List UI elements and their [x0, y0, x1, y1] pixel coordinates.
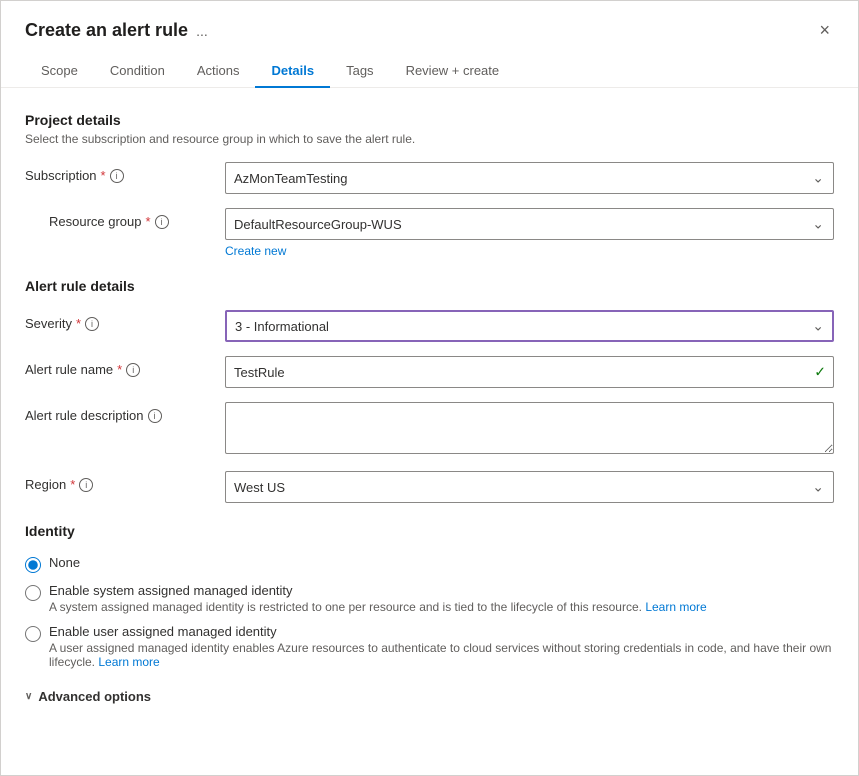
identity-system-label[interactable]: Enable system assigned managed identity [49, 583, 293, 598]
tab-condition[interactable]: Condition [94, 55, 181, 88]
identity-title: Identity [25, 523, 834, 539]
dialog-header: Create an alert rule ... × [1, 1, 858, 43]
dialog-title-extra: ... [196, 23, 208, 39]
identity-none-item: None [25, 555, 834, 573]
resource-group-required: * [146, 214, 151, 229]
dialog-title: Create an alert rule [25, 20, 188, 41]
region-control: West US East US East US 2 West Europe [225, 471, 834, 503]
alert-rule-desc-textarea[interactable] [225, 402, 834, 454]
alert-rule-desc-info-icon[interactable]: i [148, 409, 162, 423]
tab-details[interactable]: Details [255, 55, 330, 88]
identity-none-label[interactable]: None [49, 555, 80, 570]
severity-required: * [76, 316, 81, 331]
alert-rule-desc-control [225, 402, 834, 457]
resource-group-label: Resource group * i [49, 208, 225, 229]
alert-rule-desc-label: Alert rule description i [25, 402, 225, 423]
region-label: Region * i [25, 471, 225, 492]
subscription-label: Subscription * i [25, 162, 225, 183]
region-group: Region * i West US East US East US 2 Wes… [25, 471, 834, 503]
subscription-select[interactable]: AzMonTeamTesting [225, 162, 834, 194]
severity-label: Severity * i [25, 310, 225, 331]
alert-rule-name-group: Alert rule name * i ✓ [25, 356, 834, 388]
identity-user-learn-more[interactable]: Learn more [98, 655, 159, 669]
advanced-options-toggle[interactable]: ∨ Advanced options [25, 689, 834, 704]
subscription-group: Subscription * i AzMonTeamTesting [25, 162, 834, 194]
severity-select-wrapper: 0 - Critical 1 - Error 2 - Warning 3 - I… [225, 310, 834, 342]
identity-system-radio[interactable] [25, 585, 41, 601]
identity-radio-group: None Enable system assigned managed iden… [25, 555, 834, 669]
identity-none-radio[interactable] [25, 557, 41, 573]
project-details-title: Project details [25, 112, 834, 128]
alert-rule-name-label: Alert rule name * i [25, 356, 225, 377]
severity-group: Severity * i 0 - Critical 1 - Error 2 - … [25, 310, 834, 342]
identity-user-desc: A user assigned managed identity enables… [49, 641, 834, 669]
subscription-required: * [101, 168, 106, 183]
resource-group-info-icon[interactable]: i [155, 215, 169, 229]
tab-review-create[interactable]: Review + create [390, 55, 516, 88]
tab-tags[interactable]: Tags [330, 55, 389, 88]
main-content: Project details Select the subscription … [1, 88, 858, 728]
subscription-info-icon[interactable]: i [110, 169, 124, 183]
wizard-tabs: Scope Condition Actions Details Tags Rev… [1, 43, 858, 88]
tab-scope[interactable]: Scope [25, 55, 94, 88]
region-select-wrapper: West US East US East US 2 West Europe [225, 471, 834, 503]
subscription-control: AzMonTeamTesting [225, 162, 834, 194]
close-button[interactable]: × [815, 17, 834, 43]
alert-rule-name-input-wrapper: ✓ [225, 356, 834, 388]
identity-user-label[interactable]: Enable user assigned managed identity [49, 624, 277, 639]
region-select[interactable]: West US East US East US 2 West Europe [225, 471, 834, 503]
create-alert-rule-dialog: Create an alert rule ... × Scope Conditi… [0, 0, 859, 776]
alert-rule-details-title: Alert rule details [25, 278, 834, 294]
alert-rule-name-input[interactable] [225, 356, 834, 388]
identity-system-desc: A system assigned managed identity is re… [49, 600, 707, 614]
severity-info-icon[interactable]: i [85, 317, 99, 331]
resource-group-control: DefaultResourceGroup-WUS Create new [225, 208, 834, 258]
region-info-icon[interactable]: i [79, 478, 93, 492]
alert-rule-desc-group: Alert rule description i [25, 402, 834, 457]
resource-group-select[interactable]: DefaultResourceGroup-WUS [225, 208, 834, 240]
resource-group-group: Resource group * i DefaultResourceGroup-… [25, 208, 834, 258]
project-details-section: Project details Select the subscription … [25, 112, 834, 258]
advanced-options-chevron-icon: ∨ [25, 691, 32, 702]
project-details-desc: Select the subscription and resource gro… [25, 132, 834, 146]
tab-actions[interactable]: Actions [181, 55, 256, 88]
identity-user-radio[interactable] [25, 626, 41, 642]
subscription-select-wrapper: AzMonTeamTesting [225, 162, 834, 194]
alert-rule-name-info-icon[interactable]: i [126, 363, 140, 377]
create-new-link[interactable]: Create new [225, 244, 286, 258]
identity-user-item: Enable user assigned managed identity A … [25, 624, 834, 669]
identity-system-item: Enable system assigned managed identity … [25, 583, 834, 614]
severity-control: 0 - Critical 1 - Error 2 - Warning 3 - I… [225, 310, 834, 342]
identity-system-learn-more[interactable]: Learn more [645, 600, 706, 614]
advanced-options-label: Advanced options [38, 689, 151, 704]
identity-section: Identity [25, 523, 834, 539]
alert-rule-name-control: ✓ [225, 356, 834, 388]
resource-group-select-wrapper: DefaultResourceGroup-WUS [225, 208, 834, 240]
alert-rule-name-required: * [117, 362, 122, 377]
severity-select[interactable]: 0 - Critical 1 - Error 2 - Warning 3 - I… [225, 310, 834, 342]
region-required: * [70, 477, 75, 492]
alert-rule-details-section: Alert rule details [25, 278, 834, 294]
alert-rule-name-check-icon: ✓ [814, 364, 826, 381]
